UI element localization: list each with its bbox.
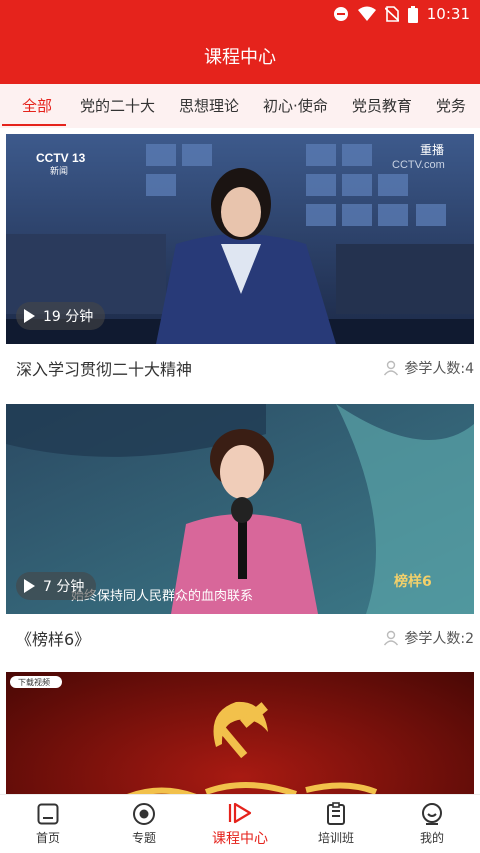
tab-member-education[interactable]: 党员教育 — [340, 84, 424, 128]
user-icon — [384, 630, 399, 646]
course-card[interactable]: CCTV 13 新闻 重播 CCTV.com 19 分钟 深入学习贯彻二十大精神… — [6, 134, 474, 392]
course-card[interactable]: 下载视频 — [6, 672, 474, 794]
duration-label: 19 分钟 — [43, 309, 94, 325]
nav-topic[interactable]: 专题 — [96, 795, 192, 853]
play-icon — [24, 579, 35, 593]
profile-icon — [422, 803, 442, 825]
tab-20th-congress[interactable]: 党的二十大 — [68, 84, 167, 128]
wifi-icon — [357, 6, 376, 22]
course-meta: 深入学习贯彻二十大精神 参学人数:4 — [6, 344, 474, 392]
tab-party-affairs[interactable]: 党务 — [424, 84, 478, 128]
tab-theory[interactable]: 思想理论 — [167, 84, 251, 128]
duration-badge: 19 分钟 — [16, 302, 106, 330]
nav-profile-label: 我的 — [419, 831, 444, 845]
course-list: CCTV 13 新闻 重播 CCTV.com 19 分钟 深入学习贯彻二十大精神… — [0, 128, 480, 794]
course-card[interactable]: 始终保持同人民群众的血肉联系 榜样6 7 分钟 《榜样6》 参学人数:2 — [6, 404, 474, 662]
course-thumbnail[interactable]: 始终保持同人民群众的血肉联系 榜样6 7 分钟 — [6, 404, 474, 614]
nav-profile[interactable]: 我的 — [384, 795, 480, 853]
duration-badge: 7 分钟 — [16, 572, 97, 600]
bottom-nav: 首页 专题 课程中心 培训班 我的 — [0, 794, 480, 853]
home-icon — [37, 803, 59, 825]
course-meta: 《榜样6》 参学人数:2 — [6, 614, 474, 662]
thumb-logo: CCTV 13 — [36, 151, 86, 165]
user-icon — [384, 360, 399, 376]
thumb-caption: 始终保持同人民群众的血肉联系 — [71, 588, 253, 604]
nav-home-label: 首页 — [35, 831, 60, 845]
nav-training[interactable]: 培训班 — [288, 795, 384, 853]
course-play-icon — [228, 802, 252, 823]
learner-count-label: 参学人数:4 — [404, 361, 474, 377]
nav-home[interactable]: 首页 — [0, 795, 96, 853]
tab-all[interactable]: 全部 — [0, 84, 68, 128]
training-icon — [327, 802, 345, 825]
battery-icon — [407, 5, 418, 23]
nav-course-center-label: 课程中心 — [212, 830, 268, 847]
nav-course-center[interactable]: 课程中心 — [192, 795, 288, 853]
learner-count: 参学人数:4 — [383, 358, 474, 378]
course-title[interactable]: 《榜样6》 — [16, 626, 90, 650]
party-emblem-thumbnail: 下载视频 — [6, 672, 474, 794]
nav-topic-label: 专题 — [131, 831, 156, 845]
thumb-badge: 榜样6 — [394, 573, 432, 590]
learner-count-label: 参学人数:2 — [404, 631, 474, 647]
course-thumbnail[interactable]: CCTV 13 新闻 重播 CCTV.com 19 分钟 — [6, 134, 474, 344]
app-header: 课程中心 — [0, 28, 480, 84]
play-icon — [24, 309, 35, 323]
page-title: 课程中心 — [204, 47, 276, 68]
duration-label: 7 分钟 — [43, 579, 85, 595]
thumb-tag: 下载视频 — [18, 677, 50, 687]
course-thumbnail[interactable]: 下载视频 — [6, 672, 474, 794]
status-bar: 10:31 — [0, 0, 480, 28]
no-sim-icon — [384, 6, 399, 22]
thumb-watermark: CCTV.com — [392, 159, 445, 171]
minus-circle-icon — [333, 6, 349, 22]
thumb-sub: 新闻 — [50, 165, 68, 176]
tab-mission[interactable]: 初心·使命 — [251, 84, 340, 128]
course-title[interactable]: 深入学习贯彻二十大精神 — [16, 356, 192, 380]
category-tabs: 全部 党的二十大 思想理论 初心·使命 党员教育 党务 — [0, 84, 480, 128]
nav-training-label: 培训班 — [317, 831, 354, 845]
topic-icon — [133, 803, 155, 825]
status-time: 10:31 — [426, 5, 470, 23]
thumb-badge: 重播 — [420, 143, 444, 157]
learner-count: 参学人数:2 — [383, 628, 474, 648]
